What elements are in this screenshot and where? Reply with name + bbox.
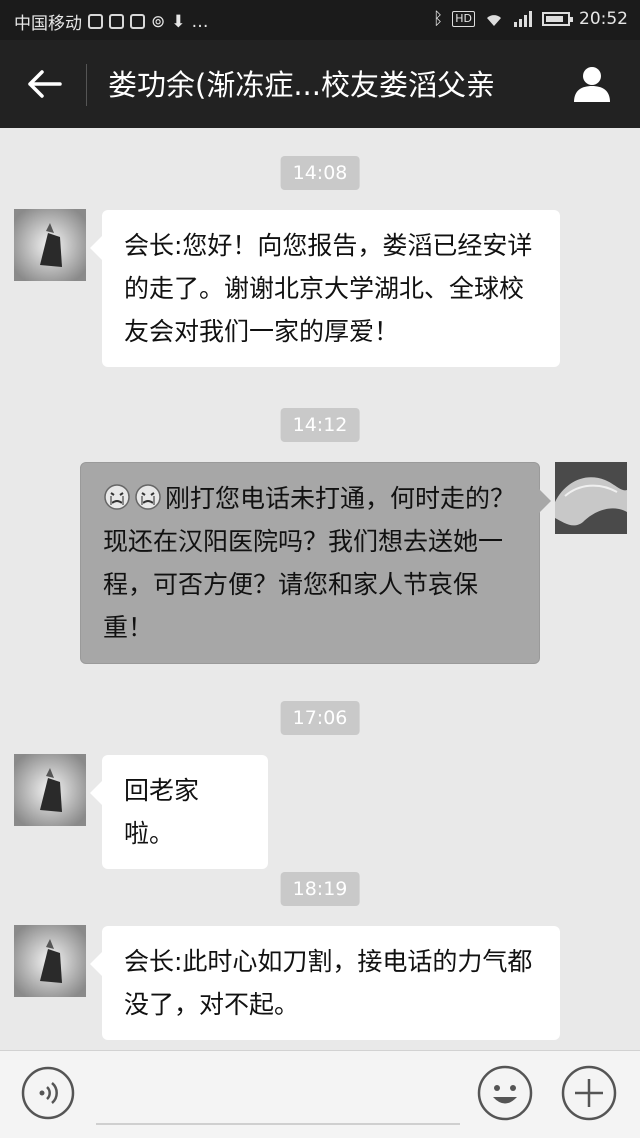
message-text: 会长:此时心如刀割，接电话的力气都没了，对不起。 bbox=[124, 947, 533, 1019]
crying-emoji-icon bbox=[135, 484, 161, 510]
back-arrow-icon bbox=[28, 70, 62, 98]
incoming-message-bubble[interactable]: 回老家啦。 bbox=[90, 755, 268, 869]
download-icon: ⬇ bbox=[171, 11, 186, 32]
message-text: 回老家啦。 bbox=[124, 776, 200, 848]
outgoing-message-bubble[interactable]: 刚打您电话未打通，何时走的？现还在汉阳医院吗？我们想去送她一程，可否方便？请您和… bbox=[80, 462, 551, 664]
message-text: 刚打您电话未打通，何时走的？现还在汉阳医院吗？我们想去送她一程，可否方便？请您和… bbox=[103, 484, 516, 642]
hd-icon: HD bbox=[452, 11, 475, 27]
chat-title: 娄功余(渐冻症...校友娄滔父亲 bbox=[108, 68, 495, 102]
avatar-image bbox=[14, 925, 86, 997]
contact-avatar[interactable] bbox=[14, 925, 86, 997]
clock: 20:52 bbox=[579, 9, 628, 29]
emoji-button[interactable] bbox=[476, 1064, 534, 1122]
voice-input-button[interactable] bbox=[20, 1065, 76, 1121]
chat-info-button[interactable] bbox=[570, 62, 614, 106]
chat-input-bar bbox=[0, 1050, 640, 1138]
chat-header: 娄功余(渐冻症...校友娄滔父亲 bbox=[0, 40, 640, 128]
signal-icon bbox=[514, 11, 532, 27]
app-notification-icon bbox=[130, 14, 145, 29]
smiley-icon bbox=[477, 1065, 533, 1121]
message-timestamp: 14:08 bbox=[280, 156, 360, 190]
avatar-image bbox=[14, 754, 86, 826]
message-input[interactable] bbox=[96, 1065, 460, 1125]
contact-avatar[interactable] bbox=[14, 209, 86, 281]
app-notification-icon bbox=[88, 14, 103, 29]
avatar-image bbox=[14, 209, 86, 281]
more-icon: … bbox=[191, 11, 209, 32]
message-text: 会长:您好！向您报告，娄滔已经安详的走了。谢谢北京大学湖北、全球校友会对我们一家… bbox=[124, 231, 533, 346]
carrier-label: 中国移动 bbox=[14, 14, 82, 34]
crying-emoji-icon bbox=[104, 484, 130, 510]
status-bar: 中国移动 ⊚ ⬇ … ᛒ HD 20:52 bbox=[0, 0, 640, 40]
message-timestamp: 17:06 bbox=[280, 701, 360, 735]
message-timestamp: 18:19 bbox=[280, 872, 360, 906]
wifi-icon bbox=[487, 15, 501, 26]
incoming-message-bubble[interactable]: 会长:您好！向您报告，娄滔已经安详的走了。谢谢北京大学湖北、全球校友会对我们一家… bbox=[90, 210, 560, 367]
battery-icon bbox=[542, 12, 573, 26]
header-divider bbox=[86, 64, 87, 106]
plus-icon bbox=[561, 1065, 617, 1121]
self-avatar[interactable] bbox=[555, 462, 627, 534]
incoming-message-bubble[interactable]: 会长:此时心如刀割，接电话的力气都没了，对不起。 bbox=[90, 926, 560, 1040]
bluetooth-icon: ᛒ bbox=[433, 9, 444, 29]
contact-avatar[interactable] bbox=[14, 754, 86, 826]
message-timestamp: 14:12 bbox=[280, 408, 360, 442]
avatar-image bbox=[555, 462, 627, 534]
sync-icon: ⊚ bbox=[151, 11, 166, 32]
person-icon bbox=[574, 67, 610, 102]
voice-icon bbox=[21, 1066, 75, 1120]
more-functions-button[interactable] bbox=[560, 1064, 618, 1122]
back-button[interactable] bbox=[20, 62, 68, 106]
app-notification-icon bbox=[109, 14, 124, 29]
